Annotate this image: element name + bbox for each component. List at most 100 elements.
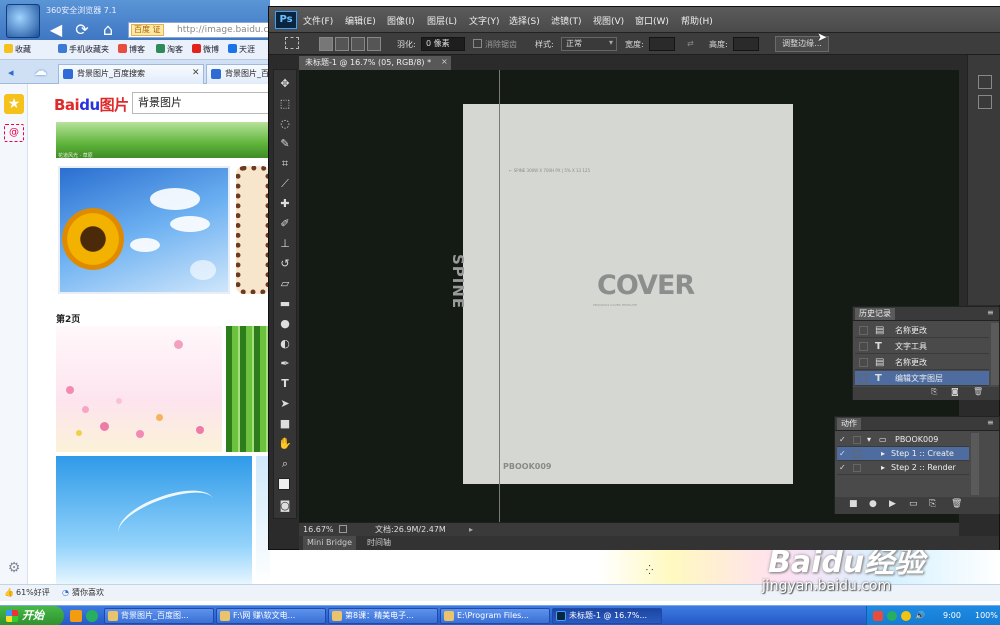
home-icon[interactable]: ⌂ [98,20,118,40]
history-brush-icon[interactable]: ↺ [276,256,294,272]
panel-menu-icon[interactable]: ≡ [987,418,994,427]
address-bar[interactable]: 百度 证 http://image.baidu.co [128,22,274,38]
chevron-down-icon[interactable]: ▾ [609,38,613,47]
snapshot-checkbox[interactable] [859,358,868,367]
healing-icon[interactable]: ✚ [276,196,294,212]
menu-type[interactable]: 文字(Y) [469,14,500,27]
panel-icon[interactable] [978,95,992,109]
stop-icon[interactable]: ■ [849,499,858,509]
menu-layer[interactable]: 图层(L) [427,14,457,27]
tab-close-icon[interactable]: ✕ [192,68,200,78]
result-image-frame[interactable] [236,166,270,294]
quick-mask-icon[interactable]: ◙ [276,498,294,514]
new-doc-from-state-icon[interactable]: ⎘ [931,387,937,397]
move-tool-icon[interactable]: ✥ [276,76,294,92]
browser-tab[interactable]: 背景图片_百度搜索 [58,64,204,84]
search-input[interactable]: 背景图片 [132,92,270,114]
guide-line[interactable] [499,70,500,522]
menu-view[interactable]: 视图(V) [593,14,624,27]
dialog-toggle[interactable] [853,464,861,472]
tray-icon[interactable] [887,611,897,621]
menu-help[interactable]: 帮助(H) [681,14,713,27]
zoom-icon[interactable]: ⌕ [276,456,294,472]
dialog-toggle[interactable] [853,436,861,444]
taskbar-item[interactable]: 背景图片_百度图... [104,608,214,624]
snapshot-checkbox[interactable] [859,326,868,335]
eyedropper-icon[interactable]: ⟋ [276,176,294,192]
foreground-color-swatch[interactable] [278,478,290,490]
menu-edit[interactable]: 编辑(E) [345,14,376,27]
eraser-icon[interactable]: ▱ [276,276,294,292]
gear-icon[interactable]: ⚙ [6,560,22,576]
subtract-selection-icon[interactable] [351,37,365,51]
menu-image[interactable]: 图像(I) [387,14,415,27]
actions-panel-title[interactable]: 动作 [837,418,861,430]
like-icon[interactable]: ◔ [62,585,69,601]
tab-timeline[interactable]: 时间轴 [367,536,391,550]
action-set[interactable]: ✓ ▾ ▭ PBOOK009 [837,433,969,447]
camera-icon[interactable]: ◙ [951,387,959,396]
expand-icon[interactable]: ▾ [867,433,871,447]
history-item[interactable]: ▤ 名称更改 [855,323,989,338]
brush-icon[interactable]: ✐ [276,216,294,232]
baidu-logo[interactable]: Baidu图片 [54,94,129,115]
lasso-icon[interactable]: ◌ [276,116,294,132]
result-image-bamboo[interactable] [226,326,270,452]
address-text[interactable]: http://image.baidu.co [177,25,274,35]
history-item-selected[interactable]: T 编辑文字图层 [855,371,989,386]
thumbs-up-icon[interactable]: 👍 [4,585,14,601]
result-image-flowers[interactable] [56,326,222,452]
favorites-star-icon[interactable]: ★ [4,94,24,114]
history-scrollbar[interactable] [991,323,999,385]
history-item[interactable]: T 文字工具 [855,339,989,354]
panel-icon[interactable] [978,75,992,89]
hand-icon[interactable]: ✋ [276,436,294,452]
history-panel-title[interactable]: 历史记录 [855,308,895,320]
result-image-sunflower[interactable] [58,166,230,294]
new-action-icon[interactable]: ⎘ [929,499,936,509]
panel-menu-icon[interactable]: ≡ [987,308,994,317]
taskbar-item[interactable]: F:\网 赚\软文电... [216,608,326,624]
height-input[interactable] [733,37,759,51]
new-set-icon[interactable]: ▭ [909,499,918,509]
stamp-icon[interactable]: ⊥ [276,236,294,252]
check-icon[interactable]: ✓ [839,461,846,475]
blur-icon[interactable]: ● [276,316,294,332]
pen-icon[interactable]: ✒ [276,356,294,372]
status-menu-icon[interactable] [339,525,347,533]
expand-icon[interactable]: ▸ [881,447,885,461]
menu-select[interactable]: 选择(S) [509,14,540,27]
tab-mini-bridge[interactable]: Mini Bridge [303,536,357,550]
feather-input[interactable]: 0 像素 [421,37,465,51]
gradient-icon[interactable]: ▬ [276,296,294,312]
cloud-icon[interactable]: ☁ [34,64,47,79]
type-tool-icon[interactable]: T [276,376,294,392]
width-input[interactable] [649,37,675,51]
back-arrow-icon[interactable]: ◀ [46,20,66,40]
intersect-selection-icon[interactable] [367,37,381,51]
swap-icon[interactable]: ⇄ [687,39,694,48]
favorite-item[interactable]: 微博 [192,43,219,57]
zoom-level[interactable]: 16.67% [303,523,334,536]
check-icon[interactable]: ✓ [839,447,846,461]
check-icon[interactable]: ✓ [839,433,846,447]
marquee-icon[interactable]: ⬚ [276,96,294,112]
path-select-icon[interactable]: ➤ [276,396,294,412]
add-selection-icon[interactable] [335,37,349,51]
marquee-tool-icon[interactable] [285,37,299,49]
clock[interactable]: 9:00 [943,606,961,625]
actions-scrollbar[interactable] [971,433,979,495]
record-icon[interactable]: ● [869,499,877,509]
antialias-checkbox[interactable] [473,39,482,48]
play-icon[interactable]: ▶ [889,499,896,509]
tab-list-icon[interactable]: ◂ [8,66,14,79]
quicklaunch-icon[interactable] [86,610,98,622]
action-step[interactable]: ✓ ▸ Step 2 :: Render [837,461,969,475]
document-canvas[interactable]: ← SPINE 300W X 700H PX | 5% X 13 125 SPI… [449,104,793,484]
status-guess[interactable]: 猜你喜欢 [72,585,104,601]
result-image-feather-sky[interactable] [56,456,252,584]
menu-filter[interactable]: 滤镜(T) [551,14,582,27]
crop-icon[interactable]: ⌗ [276,156,294,172]
favorite-item[interactable]: 淘客 [156,43,183,57]
menu-window[interactable]: 窗口(W) [635,14,669,27]
